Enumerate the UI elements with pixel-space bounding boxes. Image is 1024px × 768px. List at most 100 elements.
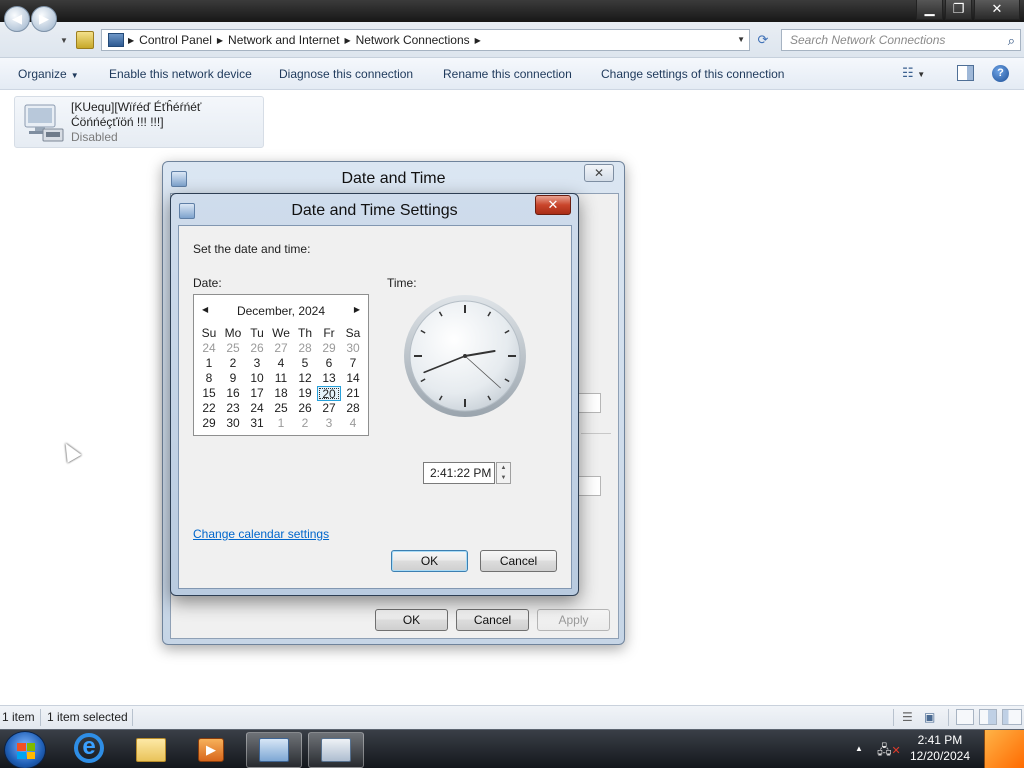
spin-up-icon[interactable]: ▲ [497,463,510,473]
taskbar-clock[interactable]: 2:41 PM 12/20/2024 [910,732,970,764]
show-desktop-button[interactable] [984,730,1024,768]
calendar-day[interactable]: 13 [317,371,341,386]
spin-down-icon[interactable]: ▼ [497,473,510,483]
next-month-icon[interactable]: ▶ [354,305,360,314]
back-button[interactable]: ◀ [4,6,30,32]
calendar-day[interactable]: 11 [269,371,293,386]
calendar-day[interactable]: 4 [269,356,293,371]
time-input[interactable]: 2:41:22 PM [423,462,495,484]
recent-pages-dropdown[interactable]: ▼ [60,36,68,45]
cancel-button[interactable]: Cancel [480,550,557,572]
calendar-day[interactable]: 15 [197,386,221,401]
calendar-day[interactable]: 10 [245,371,269,386]
calendar-day[interactable]: 1 [197,356,221,371]
network-status-icon[interactable]: 🖧✕ [877,741,901,763]
calendar[interactable]: ◀ December, 2024 ▶ Su Mo Tu We Th Fr Sa 24 25 26 2… [193,294,369,436]
calendar-day[interactable]: 22 [197,401,221,416]
show-hidden-icons-button[interactable]: ▲ [855,744,863,753]
time-spinner[interactable]: ▲ ▼ [496,462,511,484]
details-view-icon[interactable]: ☰ [902,710,913,724]
calendar-day[interactable]: 26 [245,341,269,356]
calendar-day[interactable]: 6 [317,356,341,371]
taskbar: ▶ ▲ 🖧✕ 2:41 PM 12/20/2024 [0,729,1024,768]
calendar-day[interactable]: 25 [221,341,245,356]
search-input[interactable]: Search Network Connections ⌕ [781,29,1021,51]
taskbar-network-connections[interactable] [246,732,302,768]
close-button[interactable]: ✕ [535,195,571,215]
recent-locations-icon[interactable] [76,31,94,49]
calendar-day[interactable]: 21 [341,386,365,401]
calendar-day[interactable]: 4 [341,416,365,431]
calendar-day[interactable]: 29 [197,416,221,431]
apply-button[interactable]: Apply [537,609,610,631]
minimize-button[interactable]: ▁ [916,0,943,20]
taskbar-media-player[interactable]: ▶ [184,732,240,768]
cancel-button[interactable]: Cancel [456,609,529,631]
calendar-day[interactable]: 18 [269,386,293,401]
calendar-day[interactable]: 2 [293,416,317,431]
breadcrumb-separator-icon[interactable]: ▶ [475,36,481,45]
thumbnail-view-icon[interactable]: ▣ [924,710,935,724]
search-icon[interactable]: ⌕ [1008,31,1015,51]
calendar-day[interactable]: 17 [245,386,269,401]
calendar-day[interactable]: 24 [197,341,221,356]
calendar-day[interactable]: 25 [269,401,293,416]
close-button[interactable]: ✕ [974,0,1020,20]
calendar-day[interactable]: 28 [293,341,317,356]
address-dropdown-icon[interactable]: ▼ [737,35,745,44]
diagnose-button[interactable]: Diagnose this connection [279,67,413,81]
rename-button[interactable]: Rename this connection [443,67,572,81]
help-icon[interactable]: ? [992,65,1009,82]
layout-single-icon[interactable] [956,709,974,725]
start-button[interactable] [4,731,46,768]
enable-device-button[interactable]: Enable this network device [109,67,252,81]
breadcrumb-separator-icon[interactable]: ▶ [344,36,350,45]
calendar-day[interactable]: 5 [293,356,317,371]
breadcrumb-network-connections[interactable]: Network Connections [356,33,470,47]
calendar-day[interactable]: 8 [197,371,221,386]
calendar-day[interactable]: 28 [341,401,365,416]
calendar-day[interactable]: 1 [269,416,293,431]
refresh-icon[interactable]: ⟳ [752,29,774,51]
calendar-day[interactable]: 30 [341,341,365,356]
calendar-day[interactable]: 7 [341,356,365,371]
ok-button[interactable]: OK [375,609,448,631]
calendar-day[interactable]: 16 [221,386,245,401]
calendar-day[interactable]: 23 [221,401,245,416]
change-settings-button[interactable]: Change settings of this connection [601,67,784,81]
forward-button[interactable]: ▶ [31,6,57,32]
view-options-icon[interactable]: ☷ ▼ [902,65,925,81]
breadcrumb-separator-icon[interactable]: ▶ [217,36,223,45]
calendar-day[interactable]: 3 [317,416,341,431]
calendar-day[interactable]: 9 [221,371,245,386]
calendar-day[interactable]: 12 [293,371,317,386]
organize-menu[interactable]: Organize ▼ [18,67,79,81]
calendar-day[interactable]: 2 [221,356,245,371]
maximize-button[interactable]: ❐ [945,0,972,20]
layout-pane-icon[interactable] [1002,709,1022,725]
calendar-day[interactable]: 26 [293,401,317,416]
ok-button[interactable]: OK [391,550,468,572]
close-button[interactable]: ✕ [584,164,614,182]
calendar-day[interactable]: 14 [341,371,365,386]
preview-pane-icon[interactable] [957,65,974,81]
calendar-day[interactable]: 31 [245,416,269,431]
breadcrumb-network-and-internet[interactable]: Network and Internet [228,33,339,47]
taskbar-date-time[interactable] [308,732,364,768]
calendar-day[interactable]: 27 [317,401,341,416]
calendar-day[interactable]: 3 [245,356,269,371]
address-bar[interactable]: ▶ Control Panel ▶ Network and Internet ▶… [101,29,750,51]
breadcrumb-separator-icon[interactable]: ▶ [128,36,134,45]
network-connection-item[interactable]: [KUequ][Wïŕéď Éťĥéŕńéť Ćöńńéçťïöń !!! !!… [14,96,264,148]
taskbar-file-explorer[interactable] [122,732,178,768]
calendar-day[interactable]: 24 [245,401,269,416]
calendar-month[interactable]: December, 2024 [194,304,368,318]
breadcrumb-control-panel[interactable]: Control Panel [139,33,212,47]
change-calendar-settings-link[interactable]: Change calendar settings [193,527,329,541]
calendar-day[interactable]: 30 [221,416,245,431]
calendar-day-selected[interactable]: 20 [317,386,341,401]
layout-split-icon[interactable] [979,709,997,725]
calendar-day[interactable]: 19 [293,386,317,401]
calendar-day[interactable]: 27 [269,341,293,356]
calendar-day[interactable]: 29 [317,341,341,356]
